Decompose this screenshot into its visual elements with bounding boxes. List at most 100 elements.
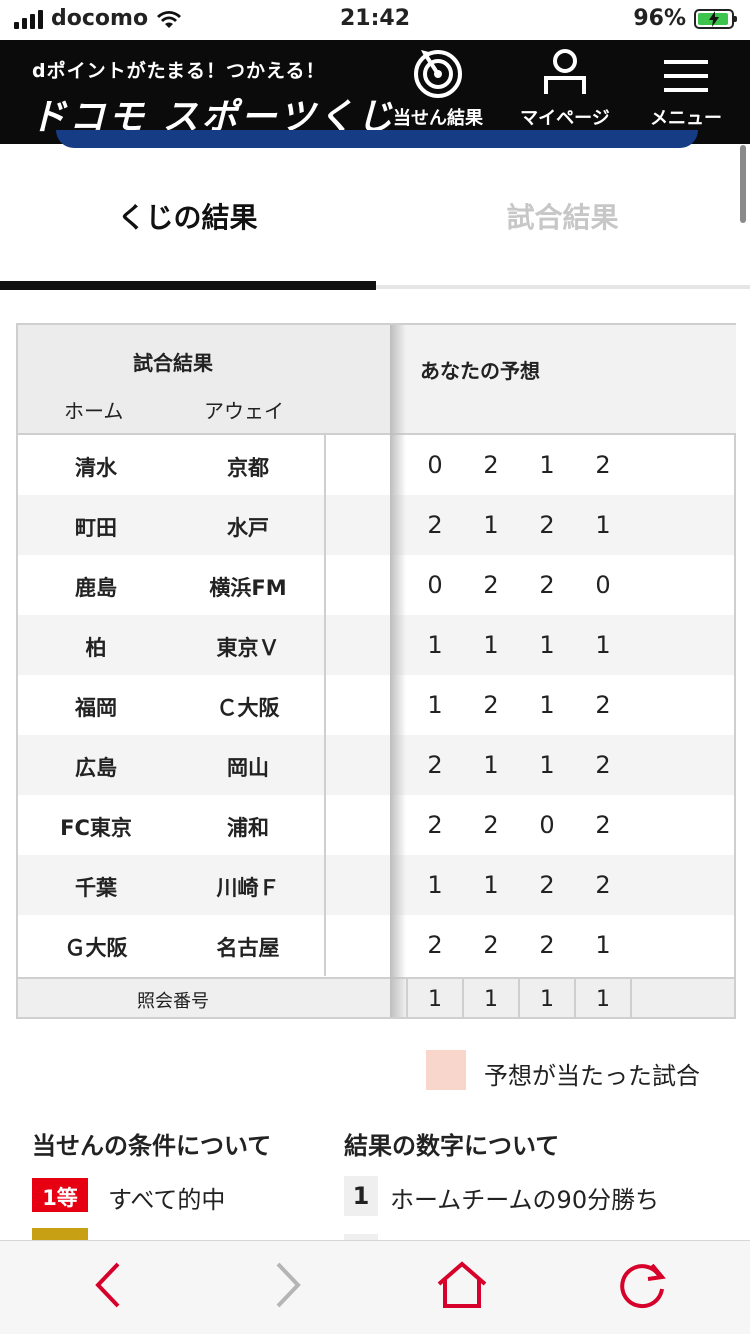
away-team: Ｃ大阪 [216, 696, 280, 720]
hamburger-icon [664, 60, 708, 92]
inquiry-number-label: 照会番号 [137, 991, 209, 1012]
table-header-picks: あなたの予想 [392, 325, 736, 435]
results-table: 試合結果 ホーム アウェイ あなたの予想 清水 京都 0 2 1 2 町田 水戸 2 1 2 1 鹿島横… [16, 323, 736, 1019]
prediction-cell: 2 [595, 451, 611, 479]
inquiry-number-cell-empty [630, 979, 734, 1019]
prediction-cell: 2 [539, 871, 555, 899]
home-team: 福岡 [75, 696, 117, 720]
nav-result-label: 当せん結果 [393, 108, 483, 129]
header-away: アウェイ [204, 399, 284, 423]
prediction-cell: 1 [483, 511, 499, 539]
prediction-cell: 2 [483, 811, 499, 839]
home-icon [437, 1261, 487, 1308]
page: docomo 21:42 96% dポイントがたまる！つかえる！ ドコモ スポー… [0, 0, 750, 1334]
inquiry-number-cell: 1 [574, 979, 630, 1019]
prediction-cell: 1 [483, 751, 499, 779]
home-team: 柏 [85, 636, 107, 660]
home-team: 町田 [75, 516, 117, 540]
prediction-cell: 2 [427, 751, 443, 779]
nav-menu-label: メニュー [650, 108, 722, 129]
tab-match-results[interactable]: 試合結果 [375, 196, 750, 236]
table-row: 広島 岡山 2 1 1 2 [18, 735, 734, 795]
home-button[interactable] [432, 1257, 492, 1313]
prediction-cell: 2 [427, 931, 443, 959]
prediction-cell: 1 [539, 691, 555, 719]
reload-icon [620, 1263, 666, 1309]
table-header-matches: 試合結果 ホーム アウェイ [18, 325, 392, 435]
prediction-cell: 1 [539, 751, 555, 779]
prediction-cell: 1 [427, 631, 443, 659]
back-button[interactable] [78, 1257, 138, 1313]
inquiry-number-row: 照会番号 1111 [18, 977, 734, 1019]
away-team: 岡山 [227, 756, 269, 780]
home-team: 清水 [75, 456, 117, 480]
away-team: 京都 [227, 456, 269, 480]
nav-winning-results[interactable]: 当せん結果 [388, 40, 488, 144]
user-icon [544, 49, 586, 94]
table-row: 柏 東京Ｖ 1 1 1 1 [18, 615, 734, 675]
home-team: 広島 [75, 756, 117, 780]
battery-percent: 96% [633, 6, 686, 31]
prediction-cell: 1 [595, 511, 611, 539]
inquiry-number-cell: 1 [518, 979, 574, 1019]
away-team: 川崎Ｆ [216, 876, 280, 900]
table-row: Ｇ大阪 名古屋 2 2 2 1 [18, 915, 734, 975]
inquiry-number-cell: 1 [406, 979, 462, 1019]
header-match-title: 試合結果 [133, 351, 213, 375]
condition-item: すべて的中 [108, 1186, 226, 1214]
prediction-cell: 1 [539, 631, 555, 659]
prediction-cell: 0 [539, 811, 555, 839]
prediction-cell: 1 [595, 631, 611, 659]
forward-button[interactable] [258, 1257, 318, 1313]
legend-swatch [426, 1050, 466, 1090]
tab-kuji-results[interactable]: くじの結果 [0, 196, 375, 236]
prediction-cell: 0 [427, 451, 443, 479]
home-team: Ｇ大阪 [64, 936, 128, 960]
prediction-cell: 1 [595, 931, 611, 959]
away-team: 浦和 [227, 816, 269, 840]
table-row: FC東京 浦和 2 2 0 2 [18, 795, 734, 855]
prediction-cell: 2 [539, 511, 555, 539]
away-team: 名古屋 [216, 936, 280, 960]
header-home: ホーム [64, 399, 124, 423]
status-bar: docomo 21:42 96% [0, 0, 750, 40]
prediction-cell: 2 [483, 451, 499, 479]
nav-menu[interactable]: メニュー [638, 40, 734, 144]
legend-label: 予想が当たった試合 [484, 1062, 700, 1090]
prediction-cell: 1 [427, 871, 443, 899]
table-row: 鹿島 横浜FM 0 2 2 0 [18, 555, 734, 615]
prediction-cell: 1 [539, 451, 555, 479]
charging-bolt-icon [709, 10, 719, 27]
browser-toolbar [0, 1240, 750, 1334]
prediction-cell: 2 [483, 691, 499, 719]
column-divider [324, 435, 326, 976]
reload-button[interactable] [612, 1257, 672, 1313]
prediction-cell: 2 [595, 871, 611, 899]
table-row: 町田 水戸 2 1 2 1 [18, 495, 734, 555]
chevron-right-icon [276, 1262, 301, 1308]
nav-mypage-label: マイページ [520, 108, 610, 129]
prediction-cell: 1 [483, 871, 499, 899]
brand-tagline: dポイントがたまる！つかえる！ [32, 60, 326, 82]
inquiry-number-cell: 1 [462, 979, 518, 1019]
home-team: 鹿島 [75, 576, 117, 600]
prediction-cell: 2 [427, 511, 443, 539]
prediction-cell: 2 [595, 811, 611, 839]
site-header: dポイントがたまる！つかえる！ ドコモ スポーツくじ 当せん結果 マイページ メ… [0, 40, 750, 144]
table-row: 千葉 川崎Ｆ 1 1 2 2 [18, 855, 734, 915]
number-explanation: ホームチームの90分勝ち [390, 1186, 660, 1214]
home-team: FC東京 [60, 816, 132, 840]
tab-active-indicator [0, 281, 376, 290]
prediction-cell: 2 [595, 691, 611, 719]
battery-icon [694, 8, 737, 29]
chevron-left-icon [95, 1262, 120, 1308]
away-team: 横浜FM [209, 576, 287, 600]
home-team: 千葉 [75, 876, 117, 900]
prediction-cell: 1 [427, 691, 443, 719]
table-row: 福岡 Ｃ大阪 1 2 1 2 [18, 675, 734, 735]
prize-badge-1st: 1等 [32, 1178, 88, 1212]
prediction-cell: 2 [539, 571, 555, 599]
result-number-box: 1 [344, 1176, 378, 1216]
nav-my-page[interactable]: マイページ [515, 40, 615, 144]
prediction-cell: 0 [595, 571, 611, 599]
